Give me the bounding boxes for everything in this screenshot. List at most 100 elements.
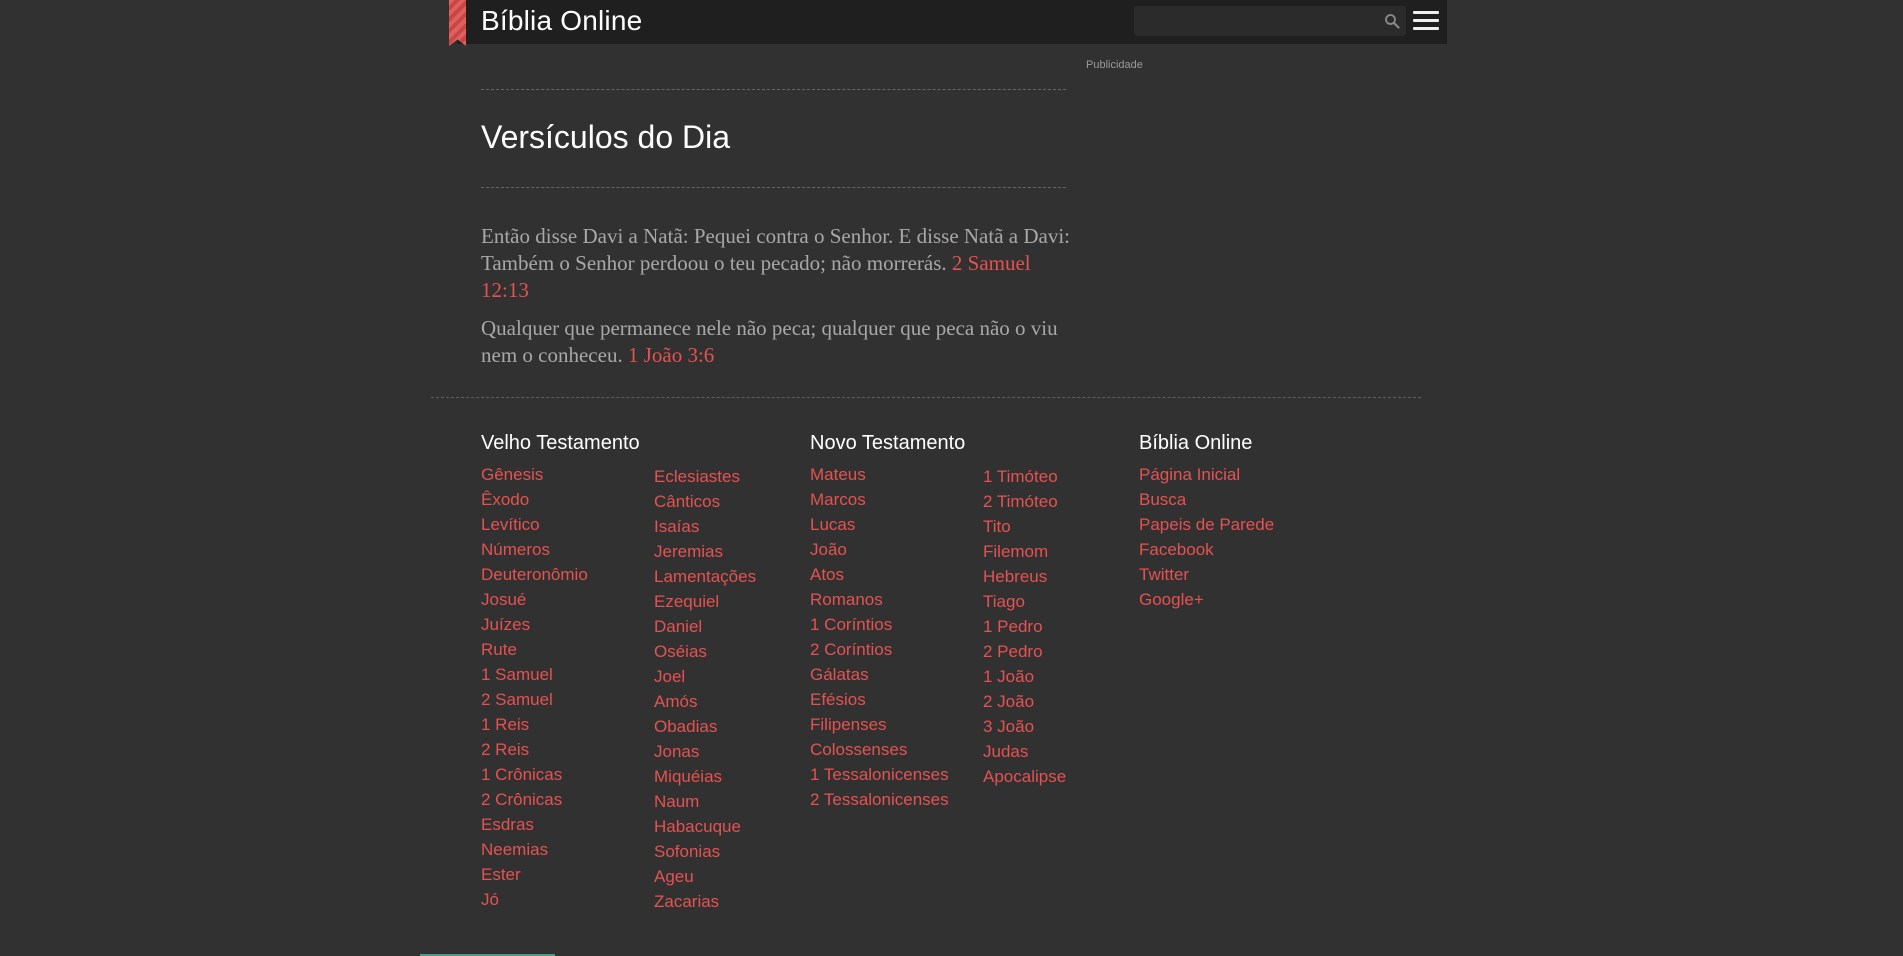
book-link[interactable]: 1 Pedro (983, 617, 1043, 636)
list-item: Jeremias (654, 539, 756, 564)
book-link[interactable]: Lucas (810, 515, 855, 534)
footer-link[interactable]: Busca (1139, 490, 1186, 509)
list-item: Zacarias (654, 889, 756, 914)
book-link[interactable]: Atos (810, 565, 844, 584)
footer-link[interactable]: Twitter (1139, 565, 1189, 584)
book-link[interactable]: Tiago (983, 592, 1025, 611)
list-item: Filemom (983, 539, 1066, 564)
book-link[interactable]: Josué (481, 590, 526, 609)
verse-reference-link[interactable]: 1 João 3:6 (628, 343, 714, 367)
book-link[interactable]: Rute (481, 640, 517, 659)
list-item: 2 Timóteo (983, 489, 1066, 514)
book-link[interactable]: Juízes (481, 615, 530, 634)
list-item: 3 João (983, 714, 1066, 739)
book-link[interactable]: Judas (983, 742, 1028, 761)
book-link[interactable]: 2 Samuel (481, 690, 553, 709)
book-link[interactable]: Eclesiastes (654, 467, 740, 486)
book-link[interactable]: Êxodo (481, 490, 529, 509)
list-item: Tiago (983, 589, 1066, 614)
list-item: 1 Crônicas (481, 762, 588, 787)
book-link[interactable]: Sofonias (654, 842, 720, 861)
book-link[interactable]: Filipenses (810, 715, 887, 734)
book-link[interactable]: Gênesis (481, 465, 543, 484)
book-link[interactable]: Ageu (654, 867, 694, 886)
list-item: Esdras (481, 812, 588, 837)
list-item: Mateus (810, 462, 949, 487)
divider (481, 89, 1066, 90)
book-link[interactable]: 2 Pedro (983, 642, 1043, 661)
book-link[interactable]: João (810, 540, 847, 559)
book-link[interactable]: 1 Tessalonicenses (810, 765, 949, 784)
book-link[interactable]: Deuteronômio (481, 565, 588, 584)
book-link[interactable]: Apocalipse (983, 767, 1066, 786)
book-link[interactable]: Oséias (654, 642, 707, 661)
book-link[interactable]: 1 Coríntios (810, 615, 892, 634)
book-link[interactable]: 1 Timóteo (983, 467, 1058, 486)
book-link[interactable]: 1 Reis (481, 715, 529, 734)
book-link[interactable]: 1 João (983, 667, 1034, 686)
book-link[interactable]: 3 João (983, 717, 1034, 736)
list-item: Hebreus (983, 564, 1066, 589)
book-link[interactable]: 2 Crônicas (481, 790, 562, 809)
book-link[interactable]: Jeremias (654, 542, 723, 561)
book-link[interactable]: Miquéias (654, 767, 722, 786)
book-link[interactable]: 2 Reis (481, 740, 529, 759)
book-link[interactable]: Levítico (481, 515, 540, 534)
book-link[interactable]: Marcos (810, 490, 866, 509)
book-link[interactable]: Cânticos (654, 492, 720, 511)
list-item: Josué (481, 587, 588, 612)
book-link[interactable]: 2 Coríntios (810, 640, 892, 659)
book-link[interactable]: Tito (983, 517, 1011, 536)
book-link[interactable]: Efésios (810, 690, 866, 709)
list-item: 1 João (983, 664, 1066, 689)
verse-of-day: Qualquer que permanece nele não peca; qu… (481, 315, 1071, 369)
book-link[interactable]: Amós (654, 692, 697, 711)
book-link[interactable]: 2 Tessalonicenses (810, 790, 949, 809)
search-icon[interactable] (1384, 13, 1400, 29)
list-item: Google+ (1139, 587, 1274, 612)
verse-text: Qualquer que permanece nele não peca; qu… (481, 316, 1058, 367)
book-link[interactable]: Jonas (654, 742, 699, 761)
footer-link[interactable]: Google+ (1139, 590, 1204, 609)
book-link[interactable]: Jó (481, 890, 499, 909)
list-item: 2 Tessalonicenses (810, 787, 949, 812)
book-link[interactable]: Ester (481, 865, 521, 884)
book-link[interactable]: Mateus (810, 465, 866, 484)
book-link[interactable]: Zacarias (654, 892, 719, 911)
book-link[interactable]: Romanos (810, 590, 883, 609)
book-link[interactable]: Naum (654, 792, 699, 811)
footer-link[interactable]: Facebook (1139, 540, 1214, 559)
book-link[interactable]: 1 Crônicas (481, 765, 562, 784)
book-link[interactable]: Habacuque (654, 817, 741, 836)
list-item: Colossenses (810, 737, 949, 762)
book-link[interactable]: Gálatas (810, 665, 869, 684)
verse-of-day: Então disse Davi a Natã: Pequei contra o… (481, 223, 1071, 304)
list-item: Eclesiastes (654, 464, 756, 489)
list-item: Obadias (654, 714, 756, 739)
book-link[interactable]: Números (481, 540, 550, 559)
book-link[interactable]: 2 João (983, 692, 1034, 711)
book-link[interactable]: Neemias (481, 840, 548, 859)
list-item: Filipenses (810, 712, 949, 737)
book-link[interactable]: Joel (654, 667, 685, 686)
book-link[interactable]: Esdras (481, 815, 534, 834)
book-link[interactable]: Colossenses (810, 740, 907, 759)
book-link[interactable]: Hebreus (983, 567, 1047, 586)
footer-link[interactable]: Página Inicial (1139, 465, 1240, 484)
book-link[interactable]: 1 Samuel (481, 665, 553, 684)
book-link[interactable]: 2 Timóteo (983, 492, 1058, 511)
list-item: Judas (983, 739, 1066, 764)
list-item: João (810, 537, 949, 562)
list-item: Atos (810, 562, 949, 587)
search-input[interactable] (1134, 6, 1370, 36)
book-link[interactable]: Ezequiel (654, 592, 719, 611)
hamburger-menu-icon[interactable] (1413, 11, 1439, 33)
book-link[interactable]: Lamentações (654, 567, 756, 586)
book-link[interactable]: Obadias (654, 717, 717, 736)
book-link[interactable]: Filemom (983, 542, 1048, 561)
site-title[interactable]: Bíblia Online (481, 5, 642, 37)
footer-link[interactable]: Papeis de Parede (1139, 515, 1274, 534)
book-link[interactable]: Daniel (654, 617, 702, 636)
book-link[interactable]: Isaías (654, 517, 699, 536)
top-header: Bíblia Online (449, 0, 1447, 46)
